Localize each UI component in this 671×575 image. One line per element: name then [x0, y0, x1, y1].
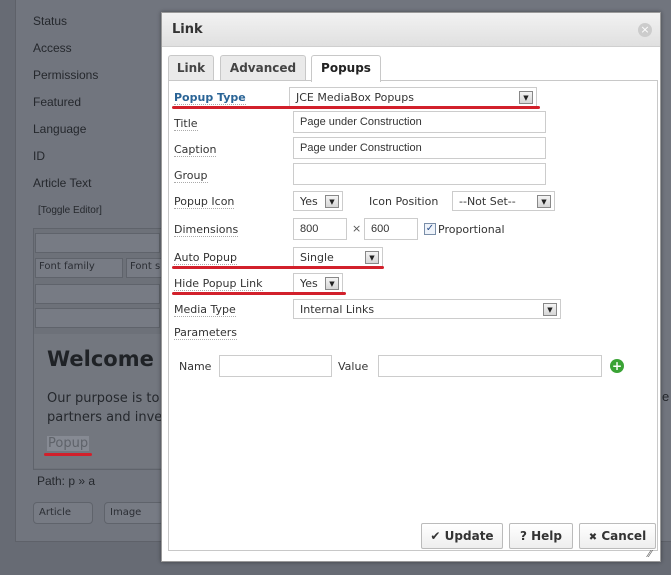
popup-icon-value: Yes [300, 195, 318, 208]
content-paragraph: Our purpose is to partners and inve [47, 389, 162, 427]
cancel-button[interactable]: ✖ Cancel [579, 523, 656, 549]
close-icon[interactable]: × [638, 23, 652, 37]
annotation-underline [172, 106, 540, 109]
annotation-underline [44, 453, 92, 456]
hide-popup-link-label: Hide Popup Link [174, 277, 263, 291]
popup-type-select[interactable]: JCE MediaBox Popups ▼ [289, 87, 537, 107]
article-button[interactable]: Article [33, 502, 93, 524]
field-status: Status [33, 14, 68, 28]
height-input[interactable] [364, 218, 418, 240]
auto-popup-label: Auto Popup [174, 251, 237, 265]
media-type-select[interactable]: Internal Links ▼ [293, 299, 561, 319]
icon-position-label: Icon Position [369, 195, 439, 208]
help-button[interactable]: ? Help [509, 523, 573, 549]
auto-popup-select[interactable]: Single ▼ [293, 247, 383, 267]
editor-toolbar-row3[interactable] [35, 284, 160, 304]
tab-advanced[interactable]: Advanced [220, 55, 306, 80]
field-id: ID [33, 149, 45, 163]
group-input[interactable] [293, 163, 546, 185]
background-text-fragment: e [662, 389, 670, 404]
link-dialog: Link × Link Advanced Popups Popup Type J… [161, 12, 661, 562]
title-label: Title [174, 117, 198, 131]
cancel-icon: ✖ [588, 532, 598, 543]
chevron-down-icon: ▼ [365, 251, 379, 264]
add-parameter-icon[interactable]: + [610, 359, 624, 373]
title-input[interactable] [293, 111, 546, 133]
width-input[interactable] [293, 218, 347, 240]
font-family-select[interactable]: Font family [35, 258, 123, 278]
param-value-input[interactable] [378, 355, 602, 377]
toggle-editor-link[interactable]: [Toggle Editor] [38, 205, 102, 216]
help-icon: ? [519, 529, 527, 543]
field-permissions: Permissions [33, 68, 99, 82]
popup-icon-select[interactable]: Yes ▼ [293, 191, 343, 211]
editor-toolbar-row4[interactable] [35, 308, 160, 328]
param-name-label: Name [179, 360, 212, 373]
resize-handle-icon[interactable]: ⁄⁄ [648, 549, 651, 560]
dimensions-label: Dimensions [174, 223, 239, 237]
field-access: Access [33, 41, 72, 55]
tab-popups[interactable]: Popups [311, 55, 381, 82]
icon-position-value: --Not Set-- [459, 195, 516, 208]
cancel-label: Cancel [601, 529, 647, 543]
update-label: Update [444, 529, 494, 543]
field-featured: Featured [33, 95, 82, 109]
popup-type-label: Popup Type [174, 91, 246, 105]
image-button[interactable]: Image [104, 502, 164, 524]
popup-type-value: JCE MediaBox Popups [296, 91, 414, 104]
media-type-label: Media Type [174, 303, 236, 317]
dialog-titlebar[interactable] [162, 13, 660, 47]
para-line: Our purpose is to [47, 391, 160, 406]
check-icon: ✔ [430, 529, 441, 543]
caption-label: Caption [174, 143, 217, 157]
icon-position-select[interactable]: --Not Set-- ▼ [452, 191, 555, 211]
hide-popup-link-select[interactable]: Yes ▼ [293, 273, 343, 293]
parameters-label: Parameters [174, 326, 237, 340]
group-label: Group [174, 169, 208, 183]
dialog-title: Link [172, 22, 203, 37]
chevron-down-icon: ▼ [537, 195, 551, 208]
proportional-label: Proportional [438, 223, 505, 236]
chevron-down-icon: ▼ [325, 277, 339, 290]
help-label: Help [531, 529, 563, 543]
media-type-value: Internal Links [300, 303, 375, 316]
proportional-checkbox[interactable]: ✓ [424, 223, 436, 235]
para-line: partners and inve [47, 410, 163, 425]
field-language: Language [33, 122, 87, 136]
param-value-label: Value [338, 360, 369, 373]
caption-input[interactable] [293, 137, 546, 159]
font-size-select[interactable]: Font s [126, 258, 166, 278]
auto-popup-value: Single [300, 251, 334, 264]
content-heading: Welcome [47, 347, 154, 371]
dimension-separator: × [352, 222, 362, 235]
editor-toolbar-row1[interactable] [35, 233, 160, 253]
annotation-underline [172, 292, 346, 295]
annotation-underline [172, 266, 384, 269]
editor-path: Path: p » a [37, 474, 96, 488]
hide-popup-link-value: Yes [300, 277, 318, 290]
chevron-down-icon: ▼ [519, 91, 533, 104]
popup-icon-label: Popup Icon [174, 195, 235, 209]
selected-popup-link[interactable]: Popup [47, 436, 90, 451]
chevron-down-icon: ▼ [543, 303, 557, 316]
tab-link[interactable]: Link [168, 55, 214, 80]
field-article-text: Article Text [33, 176, 92, 190]
chevron-down-icon: ▼ [325, 195, 339, 208]
update-button[interactable]: ✔ Update [421, 523, 503, 549]
param-name-input[interactable] [219, 355, 332, 377]
